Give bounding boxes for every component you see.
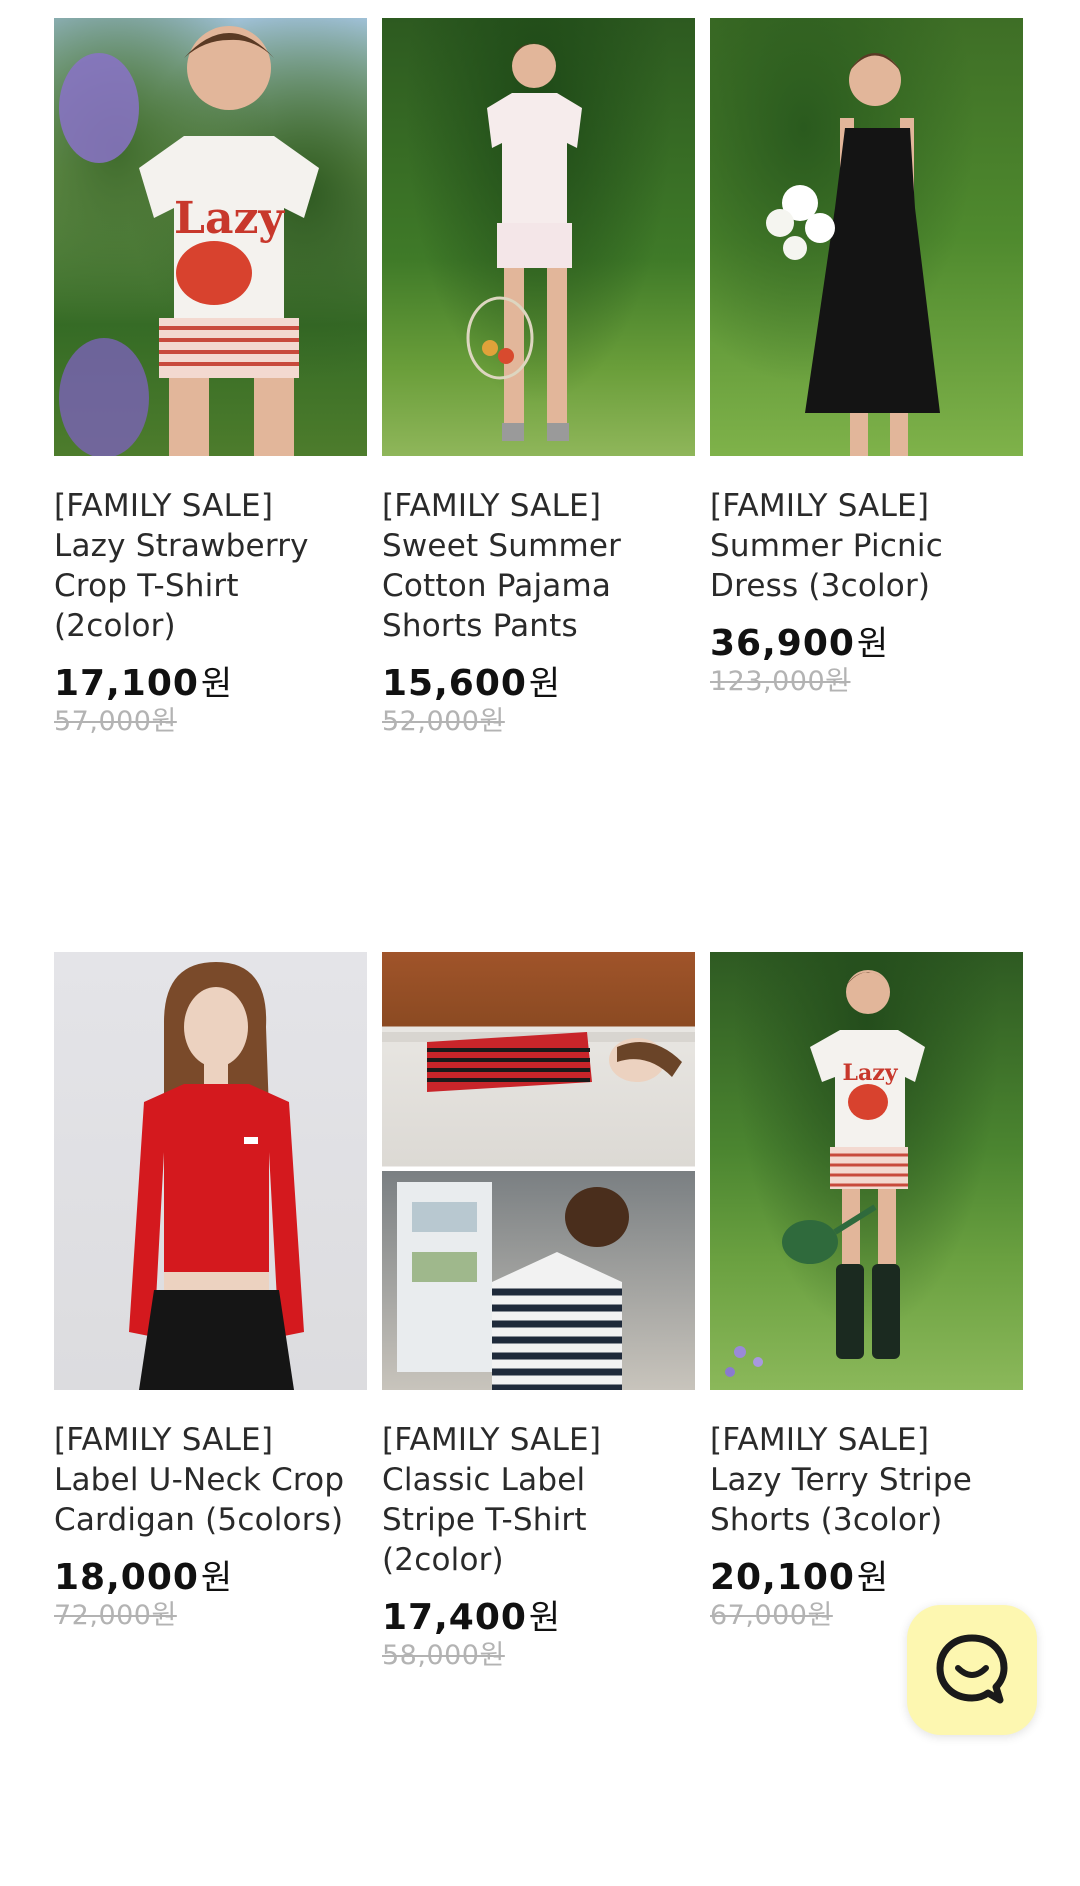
sale-price-value: 36,900: [710, 623, 855, 664]
title-line: Shorts (3color): [710, 1502, 943, 1538]
product-image[interactable]: [710, 18, 1023, 456]
product-title[interactable]: [FAMILY SALE] Classic Label Stripe T-Shi…: [382, 1420, 695, 1580]
product-title[interactable]: [FAMILY SALE] Sweet Summer Cotton Pajama…: [382, 486, 695, 646]
product-card[interactable]: Lazy [FAMILY SALE] Lazy Strawberry Crop …: [54, 18, 367, 952]
sale-price-value: 15,600: [382, 663, 527, 704]
currency-symbol: 원: [528, 1598, 562, 1638]
product-image[interactable]: Lazy: [54, 18, 367, 456]
product-grid: Lazy [FAMILY SALE] Lazy Strawberry Crop …: [54, 18, 1023, 1886]
sale-price: 15,600원: [382, 663, 695, 705]
product-card[interactable]: [FAMILY SALE] Classic Label Stripe T-Shi…: [382, 952, 695, 1886]
original-price: 52,000원: [382, 706, 505, 737]
price-block: 15,600원 52,000원: [382, 664, 695, 740]
chat-button[interactable]: [907, 1605, 1037, 1735]
product-title[interactable]: [FAMILY SALE] Lazy Terry Stripe Shorts (…: [710, 1420, 1023, 1540]
title-line: [FAMILY SALE]: [710, 1422, 930, 1458]
currency-symbol: 원: [528, 664, 562, 704]
terry-shorts-photo-icon: Lazy: [725, 970, 925, 1377]
title-line: (2color): [382, 1542, 504, 1578]
title-line: Shorts Pants: [382, 608, 578, 644]
original-price: 123,000원: [710, 666, 851, 697]
sale-price: 36,900원: [710, 623, 1023, 665]
product-title[interactable]: [FAMILY SALE] Lazy Strawberry Crop T-Shi…: [54, 486, 367, 646]
price-block: 18,000원 72,000원: [54, 1558, 367, 1634]
sale-price: 17,100원: [54, 663, 367, 705]
original-price: 58,000원: [382, 1640, 505, 1671]
title-line: Label U-Neck Crop: [54, 1462, 345, 1498]
sale-price-value: 20,100: [710, 1557, 855, 1598]
product-image[interactable]: Lazy: [710, 952, 1023, 1390]
price-block: 17,100원 57,000원: [54, 664, 367, 740]
product-title[interactable]: [FAMILY SALE] Label U-Neck Crop Cardigan…: [54, 1420, 367, 1540]
currency-symbol: 원: [200, 1558, 234, 1598]
sale-price-value: 18,000: [54, 1557, 199, 1598]
title-line: Lazy Terry Stripe: [710, 1462, 972, 1498]
svg-text:Lazy: Lazy: [174, 193, 285, 244]
currency-symbol: 원: [200, 664, 234, 704]
product-card[interactable]: Lazy [FAMILY SALE] Lazy Terry Stripe Sho…: [710, 952, 1023, 1886]
currency-symbol: 원: [856, 624, 890, 664]
original-price: 72,000원: [54, 1600, 177, 1631]
sale-price: 18,000원: [54, 1557, 367, 1599]
title-line: [FAMILY SALE]: [382, 1422, 602, 1458]
svg-text:Lazy: Lazy: [843, 1060, 899, 1086]
product-image[interactable]: [54, 952, 367, 1390]
product-card[interactable]: [FAMILY SALE] Summer Picnic Dress (3colo…: [710, 18, 1023, 952]
title-line: [FAMILY SALE]: [54, 1422, 274, 1458]
title-line: Crop T-Shirt: [54, 568, 239, 604]
title-line: [FAMILY SALE]: [710, 488, 930, 524]
chat-smile-icon: [936, 1634, 1008, 1704]
title-line: Classic Label: [382, 1462, 586, 1498]
title-line: Sweet Summer: [382, 528, 622, 564]
title-line: Lazy Strawberry: [54, 528, 309, 564]
price-block: 36,900원 123,000원: [710, 624, 1023, 700]
original-price: 57,000원: [54, 706, 177, 737]
picnic-dress-photo-icon: [766, 53, 940, 456]
currency-symbol: 원: [856, 1558, 890, 1598]
sale-price: 17,400원: [382, 1597, 695, 1639]
product-image[interactable]: [382, 952, 695, 1390]
product-title[interactable]: [FAMILY SALE] Summer Picnic Dress (3colo…: [710, 486, 1023, 606]
stripe-tshirt-photo-icon: [382, 1032, 695, 1390]
pajama-shorts-photo-icon: [466, 43, 582, 441]
crop-cardigan-photo-icon: [129, 962, 304, 1390]
product-card[interactable]: [FAMILY SALE] Sweet Summer Cotton Pajama…: [382, 18, 695, 952]
product-card[interactable]: [FAMILY SALE] Label U-Neck Crop Cardigan…: [54, 952, 367, 1886]
title-line: (2color): [54, 608, 176, 644]
title-line: Dress (3color): [710, 568, 931, 604]
product-image[interactable]: [382, 18, 695, 456]
sale-price-value: 17,100: [54, 663, 199, 704]
title-line: [FAMILY SALE]: [54, 488, 274, 524]
title-line: [FAMILY SALE]: [382, 488, 602, 524]
title-line: Cardigan (5colors): [54, 1502, 344, 1538]
sale-price-value: 17,400: [382, 1597, 527, 1638]
title-line: Cotton Pajama: [382, 568, 612, 604]
strawberry-tshirt-photo-icon: Lazy: [59, 26, 319, 456]
title-line: Summer Picnic: [710, 528, 943, 564]
price-block: 17,400원 58,000원: [382, 1598, 695, 1674]
sale-price: 20,100원: [710, 1557, 1023, 1599]
title-line: Stripe T-Shirt: [382, 1502, 587, 1538]
